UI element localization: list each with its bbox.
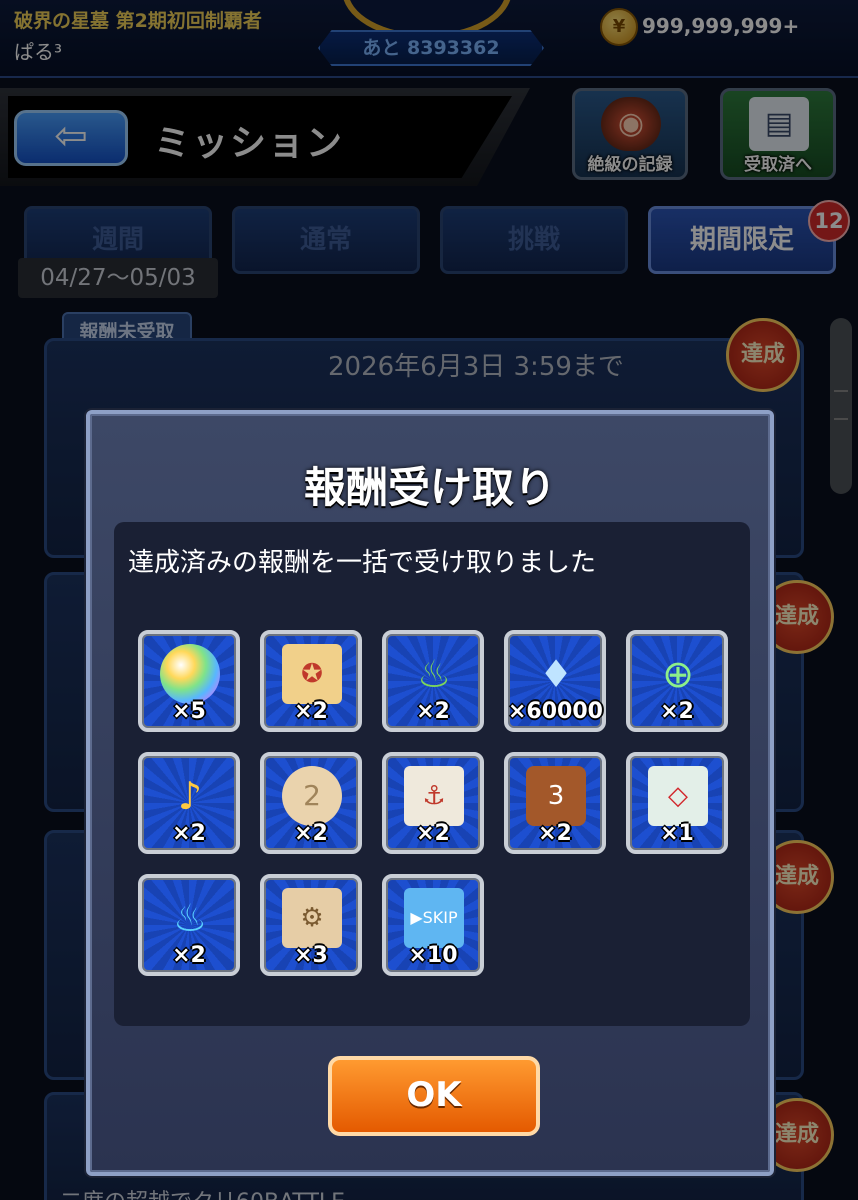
dialog-message: 達成済みの報酬を一括で受け取りました bbox=[128, 548, 597, 578]
reward-qty: ×2 bbox=[172, 943, 206, 968]
reward-qty: ×2 bbox=[416, 699, 450, 724]
reward-qty: ×1 bbox=[660, 821, 694, 846]
dialog-panel: 達成済みの報酬を一括で受け取りました ×5 ✪ ×2 ♨ ×2 ♦ ×60000… bbox=[114, 522, 750, 1026]
bell-icon: ♪ bbox=[177, 774, 203, 818]
scroll-icon: ✪ bbox=[282, 644, 342, 704]
reward-dialog: 報酬受け取り 達成済みの報酬を一括で受け取りました ×5 ✪ ×2 ♨ ×2 ♦… bbox=[86, 410, 774, 1176]
reward-qty: ×2 bbox=[294, 699, 328, 724]
reward-item: ⚓ ×2 bbox=[382, 752, 484, 854]
dialog-title: 報酬受け取り bbox=[303, 463, 556, 512]
reward-item: ♨ ×2 bbox=[138, 874, 240, 976]
reward-item: ♦ ×60000 bbox=[504, 630, 606, 732]
ticket-icon: ⚙ bbox=[282, 888, 342, 948]
el-potion-icon: ♨ bbox=[172, 896, 208, 940]
reward-qty: ×2 bbox=[172, 821, 206, 846]
skip-ticket-icon: ▶SKIP bbox=[404, 888, 464, 948]
reward-qty: ×2 bbox=[660, 699, 694, 724]
magnifier-icon: ⊕ bbox=[662, 652, 694, 696]
reward-item: ×5 bbox=[138, 630, 240, 732]
cookie-icon: 2 bbox=[282, 766, 342, 826]
potion-icon: ♨ bbox=[416, 652, 452, 696]
reward-item: 2 ×2 bbox=[260, 752, 362, 854]
reward-item: ◇ ×1 bbox=[626, 752, 728, 854]
reward-qty: ×2 bbox=[294, 821, 328, 846]
reward-item: ⊕ ×2 bbox=[626, 630, 728, 732]
reward-item: ✪ ×2 bbox=[260, 630, 362, 732]
dice-icon: 3 bbox=[526, 766, 586, 826]
reward-qty: ×10 bbox=[408, 943, 458, 968]
reward-qty: ×3 bbox=[294, 943, 328, 968]
reward-item: ♨ ×2 bbox=[382, 630, 484, 732]
reward-qty: ×2 bbox=[538, 821, 572, 846]
ok-button[interactable]: OK bbox=[328, 1056, 540, 1136]
reward-item: ♪ ×2 bbox=[138, 752, 240, 854]
reward-qty: ×60000 bbox=[508, 699, 603, 724]
reward-qty: ×5 bbox=[172, 699, 206, 724]
map-scroll-icon: ◇ bbox=[648, 766, 708, 826]
reward-item: ▶SKIP ×10 bbox=[382, 874, 484, 976]
scroll-icon: ⚓ bbox=[404, 766, 464, 826]
reward-item: 3 ×2 bbox=[504, 752, 606, 854]
rainbow-orb-icon bbox=[160, 644, 220, 704]
reward-qty: ×2 bbox=[416, 821, 450, 846]
reward-item: ⚙ ×3 bbox=[260, 874, 362, 976]
blue-flame-icon: ♦ bbox=[538, 652, 574, 696]
